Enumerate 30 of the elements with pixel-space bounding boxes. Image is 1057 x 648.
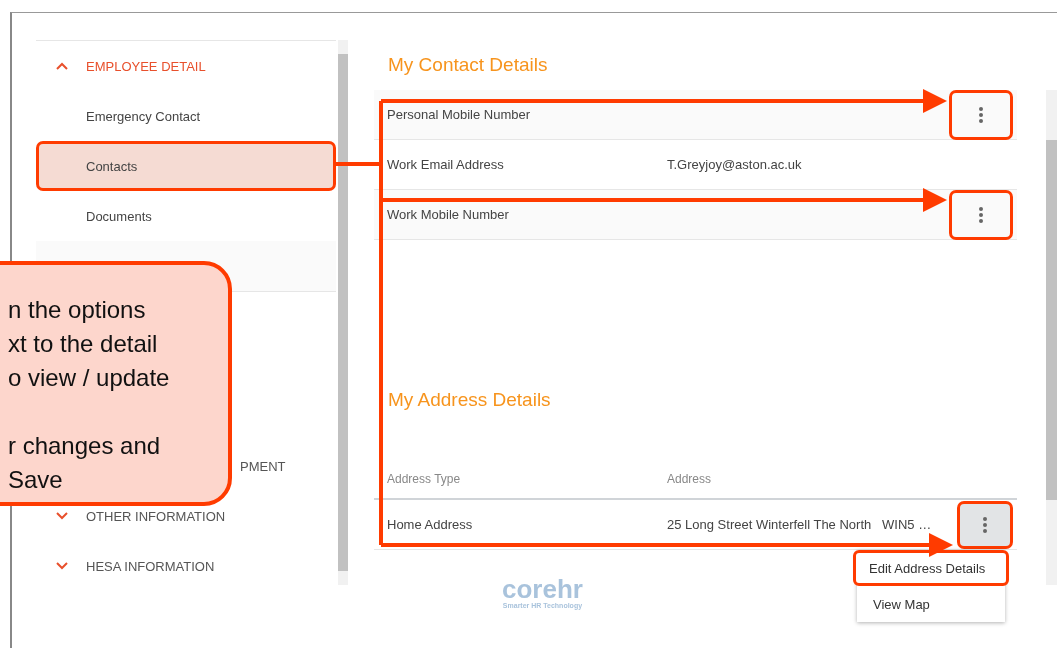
table-cell: 25 Long Street Winterfell The North WIN5 … <box>667 517 932 532</box>
more-vertical-icon <box>983 516 987 533</box>
scrollbar[interactable] <box>338 40 348 585</box>
section-header[interactable]: PMENT <box>240 458 286 474</box>
sidebar-item[interactable]: Documents <box>36 191 336 241</box>
column-header: Address <box>667 472 712 486</box>
callout-text: n the options xt to the detail o view / update <box>8 295 171 393</box>
callout-text: r changes and Save <box>8 431 162 495</box>
more-vertical-icon <box>979 206 983 223</box>
column-header: Address Type <box>387 472 461 486</box>
table-cell: Home Address <box>387 517 473 532</box>
more-options-button[interactable] <box>949 89 1013 140</box>
section-title: My Address Details <box>387 388 552 412</box>
menu-item[interactable]: View Map <box>857 586 1005 622</box>
more-vertical-icon <box>979 106 983 123</box>
more-options-button[interactable] <box>957 500 1013 549</box>
field-value: T.Greyjoy@aston.ac.uk <box>667 157 802 172</box>
sidebar-item[interactable]: Emergency Contact <box>36 91 336 141</box>
sidebar-item[interactable]: Contacts <box>36 141 336 191</box>
field-label: Work Mobile Number <box>386 207 510 222</box>
section-title: My Contact Details <box>387 53 549 77</box>
section-header[interactable]: HESA INFORMATION <box>86 558 215 574</box>
logo-wordmark: corehr <box>502 576 583 602</box>
field-label: Personal Mobile Number <box>386 107 532 122</box>
menu-item[interactable]: Edit Address Details <box>853 550 1009 586</box>
field-label: Work Email Address <box>386 157 505 172</box>
more-options-button[interactable] <box>949 189 1013 240</box>
scrollbar[interactable] <box>1046 90 1057 585</box>
section-header[interactable]: EMPLOYEE DETAIL <box>86 58 206 74</box>
section-header[interactable]: OTHER INFORMATION <box>86 508 226 524</box>
